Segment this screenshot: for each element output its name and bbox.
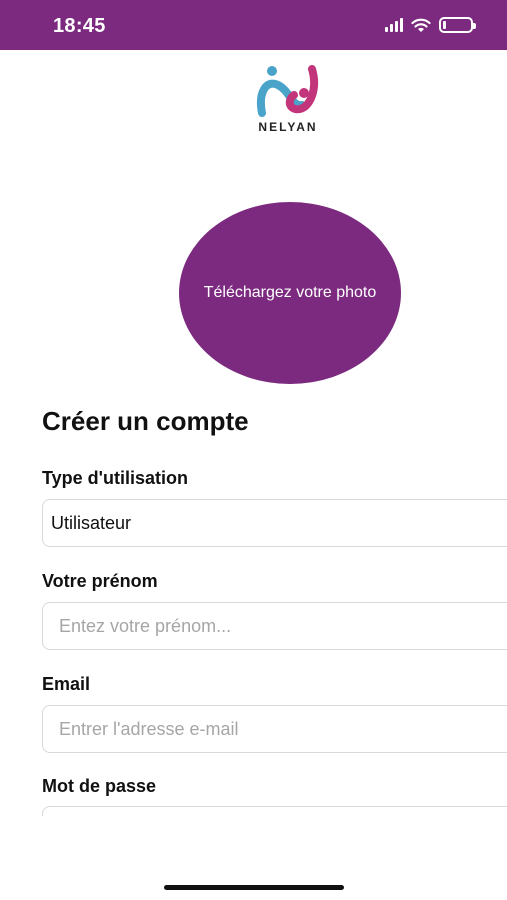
email-label: Email	[42, 674, 91, 694]
status-bar: 18:45	[0, 0, 507, 50]
first-name-label: Votre prénom	[42, 571, 158, 591]
logo-wordmark: NELYAN	[258, 120, 318, 134]
password-field-clip	[0, 806, 507, 816]
usage-type-label: Type d'utilisation	[42, 468, 188, 488]
first-name-input[interactable]	[42, 602, 507, 650]
email-input[interactable]	[42, 705, 507, 753]
nelyan-logo-mark	[257, 65, 319, 117]
usage-type-select[interactable]: Utilisateur	[42, 499, 507, 547]
usage-type-value: Utilisateur	[51, 512, 132, 533]
battery-level	[443, 21, 446, 29]
home-indicator[interactable]	[164, 885, 344, 890]
nelyan-logo: NELYAN	[253, 63, 323, 143]
status-time: 18:45	[53, 15, 106, 37]
upload-photo-label: Téléchargez votre photo	[203, 284, 377, 301]
battery-icon	[439, 17, 476, 33]
password-input[interactable]	[42, 806, 507, 816]
password-label: Mot de passe	[42, 776, 157, 796]
upload-photo-button[interactable]: Téléchargez votre photo	[179, 202, 401, 384]
wifi-icon	[411, 18, 431, 33]
status-icons	[385, 17, 476, 33]
cellular-signal-icon	[385, 18, 403, 32]
page-title: Créer un compte	[42, 406, 249, 436]
